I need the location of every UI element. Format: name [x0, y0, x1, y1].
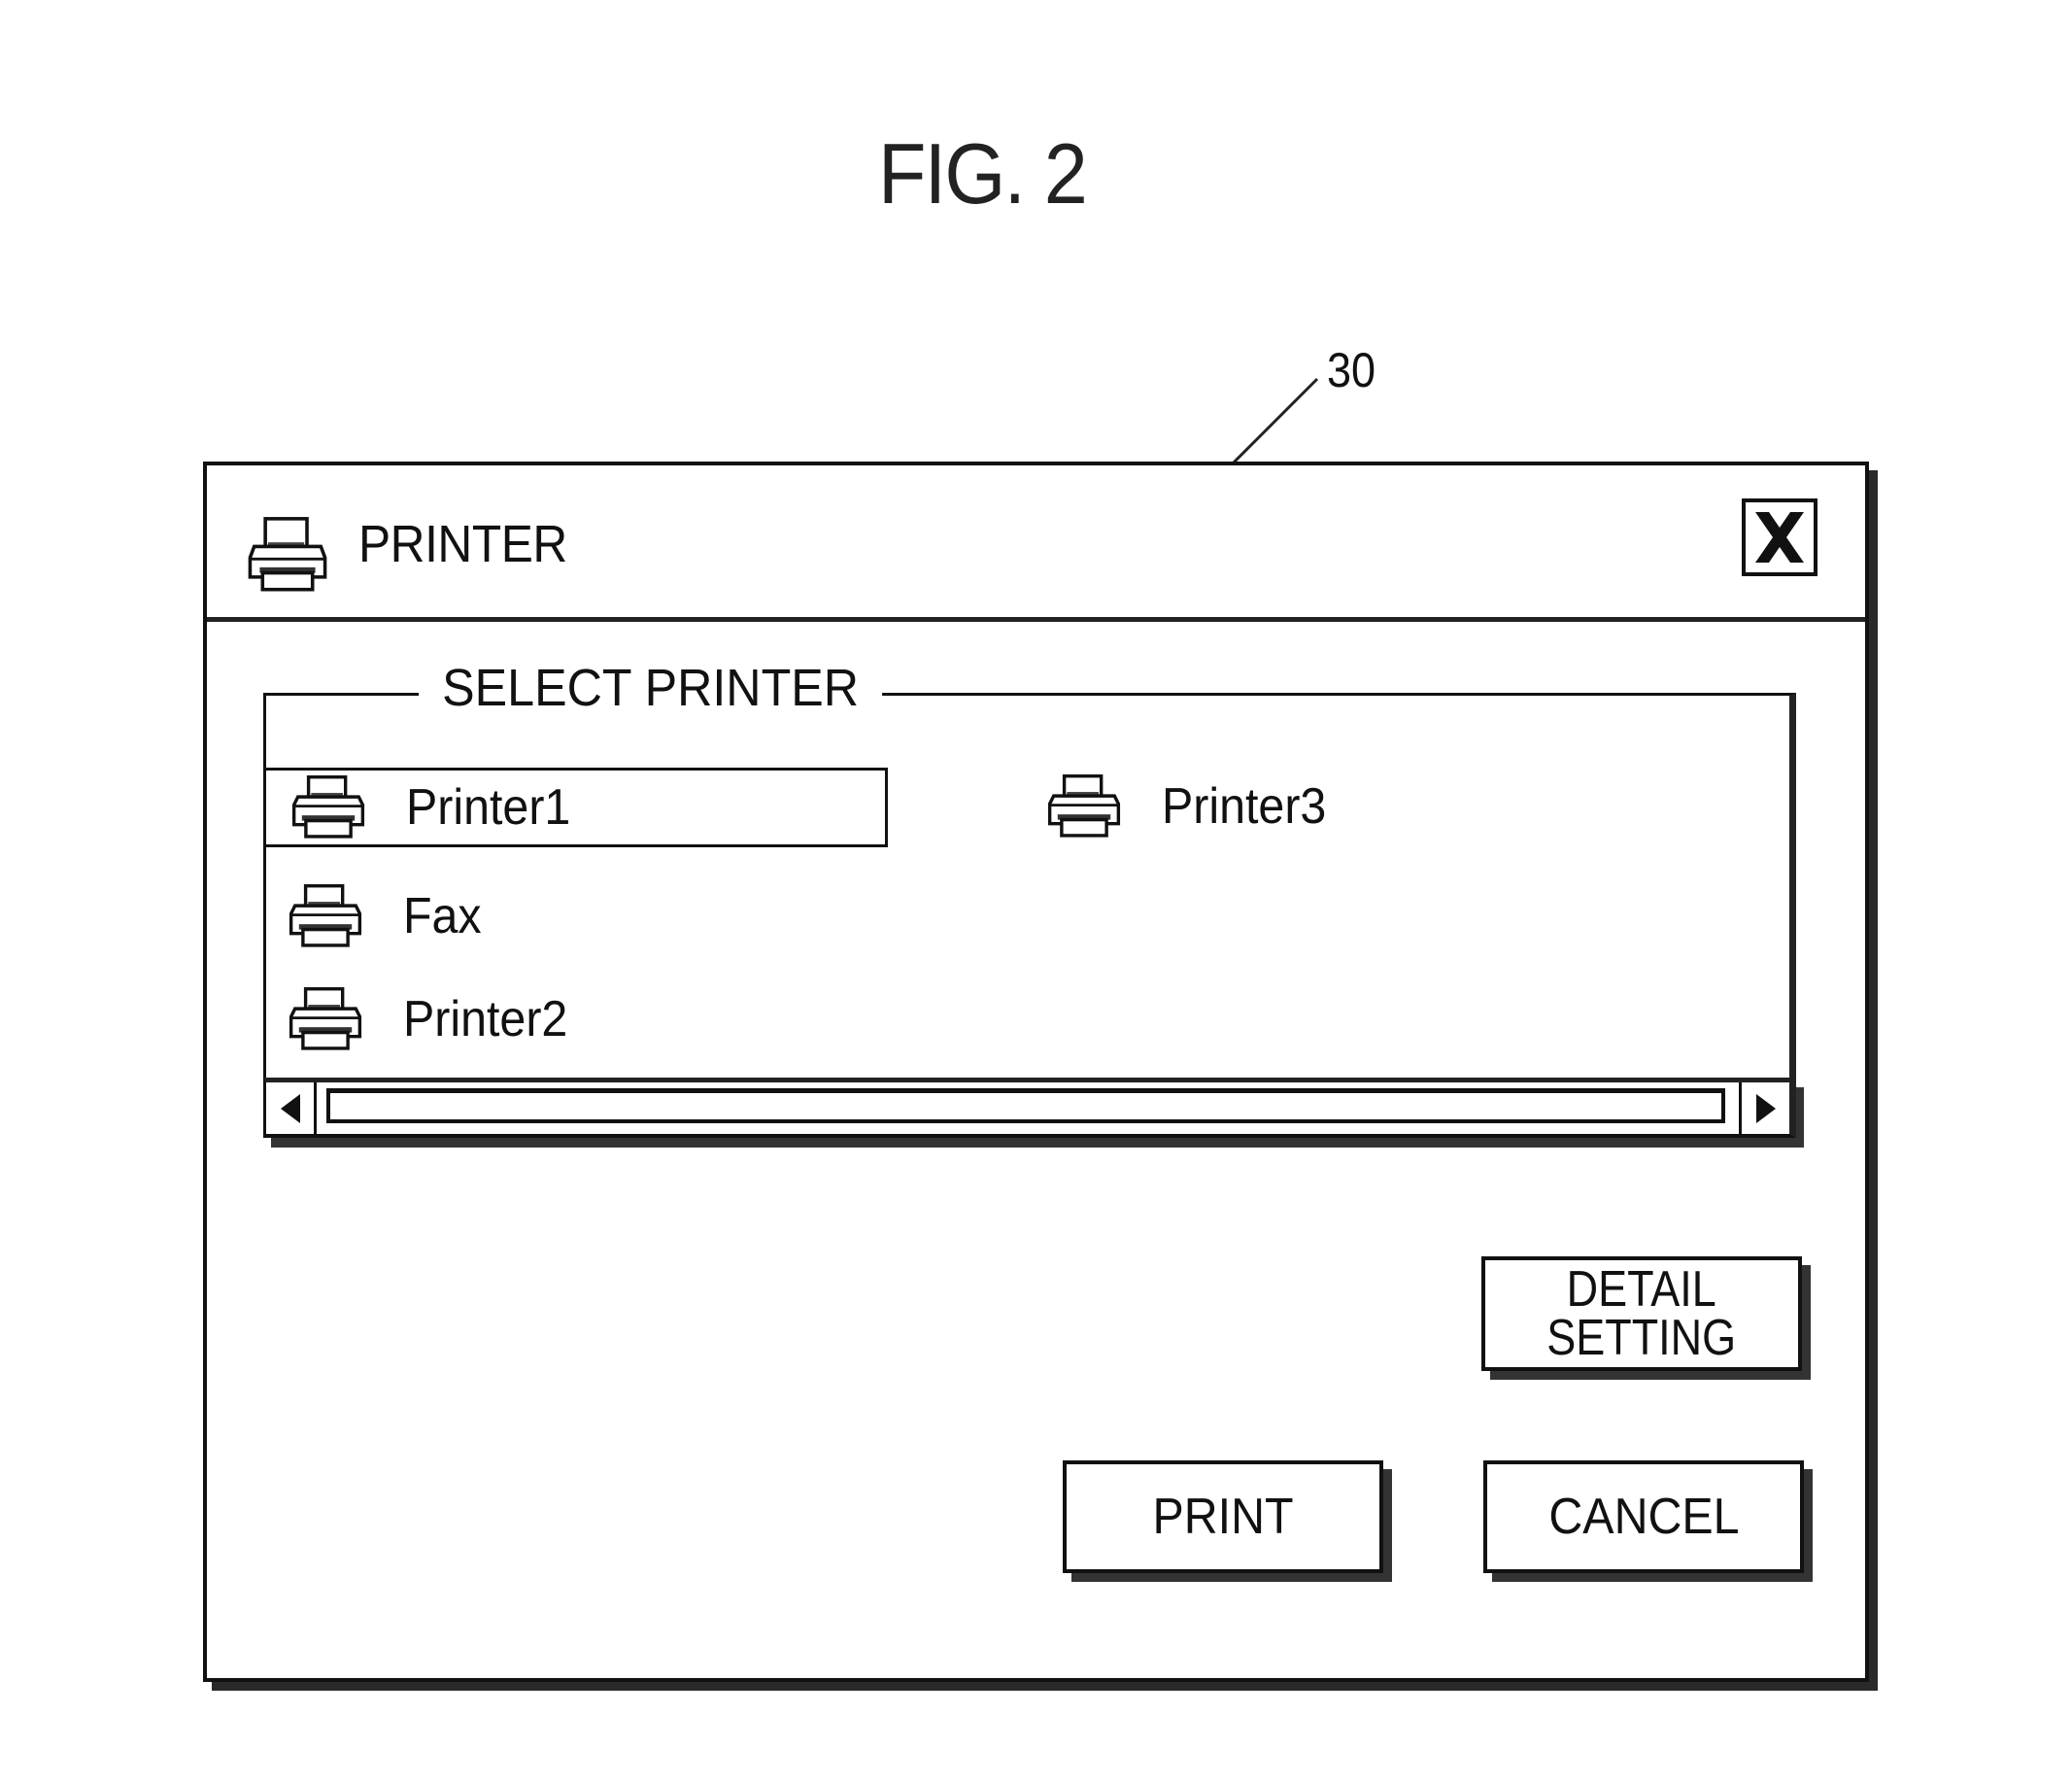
printer-list-item-label: Printer2 — [403, 991, 568, 1047]
printer-icon — [289, 987, 362, 1050]
printer-list-item-label: Printer1 — [406, 779, 571, 836]
printer-dialog: PRINTER Printer1 Fax Printer2 Printer3 S… — [203, 462, 1869, 1682]
printer-list-item-label: Fax — [403, 888, 482, 944]
figure-title: FIG. 2 — [878, 125, 1088, 222]
cancel-button[interactable]: CANCEL — [1483, 1460, 1804, 1573]
select-printer-group: Printer1 Fax Printer2 Printer3 SELECT PR… — [263, 658, 1798, 1149]
leader-line-dialog — [1232, 377, 1319, 464]
detail-setting-label-line1: DETAIL — [1566, 1261, 1717, 1318]
select-printer-legend: SELECT PRINTER — [419, 658, 883, 718]
printer-icon — [291, 775, 365, 839]
cancel-button-label: CANCEL — [1547, 1489, 1740, 1545]
printer-list-item-printer1[interactable]: Printer1 — [263, 768, 888, 847]
printer-list-item-printer2[interactable]: Printer2 — [263, 979, 888, 1059]
detail-setting-button[interactable]: DETAIL SETTING — [1481, 1256, 1802, 1371]
scroll-left-button[interactable] — [266, 1082, 317, 1134]
print-button[interactable]: PRINT — [1063, 1460, 1383, 1573]
printer-list-item-printer3[interactable]: Printer3 — [1022, 767, 1508, 846]
triangle-right-icon — [1755, 1093, 1776, 1123]
close-button[interactable] — [1742, 498, 1817, 576]
reference-numeral-dialog: 30 — [1327, 343, 1376, 397]
detail-setting-label-line2: SETTING — [1546, 1310, 1737, 1366]
printer-list-item-fax[interactable]: Fax — [263, 876, 888, 956]
scroll-right-button[interactable] — [1739, 1082, 1789, 1134]
scrollbar-track[interactable] — [326, 1088, 1725, 1123]
close-x-icon — [1755, 512, 1804, 563]
printer-list: Printer1 Fax Printer2 Printer3 — [263, 693, 1796, 1081]
printer-icon — [1047, 774, 1121, 838]
printer-icon — [289, 884, 362, 947]
printer-list-item-label: Printer3 — [1162, 778, 1327, 835]
dialog-title: PRINTER — [358, 515, 567, 573]
triangle-left-icon — [280, 1093, 300, 1123]
print-button-label: PRINT — [1152, 1489, 1294, 1545]
dialog-title-bar: PRINTER — [207, 465, 1865, 622]
horizontal-scrollbar[interactable] — [263, 1078, 1796, 1138]
printer-icon — [248, 517, 327, 592]
